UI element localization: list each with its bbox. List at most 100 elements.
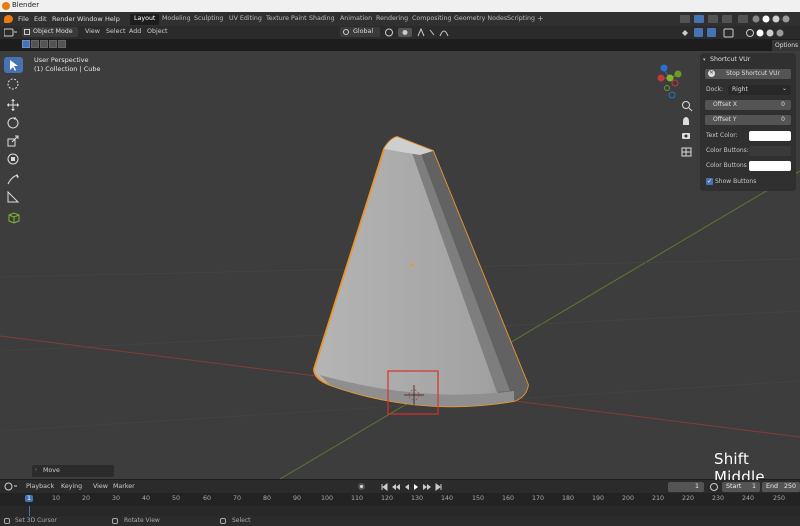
text-color-label: Text Color:: [706, 132, 738, 139]
start-frame-field[interactable]: Start 1: [722, 482, 760, 492]
dock-dropdown[interactable]: Right ⌄: [728, 85, 791, 95]
tab-geometry-nodes[interactable]: Geometry Nodes: [450, 14, 511, 25]
playhead-line[interactable]: [29, 506, 30, 516]
header-menu-view[interactable]: View: [85, 28, 100, 35]
start-value: 1: [751, 483, 756, 490]
dock-value: Right: [732, 86, 748, 93]
add-workspace-button[interactable]: +: [537, 14, 544, 23]
blender-menu-icon[interactable]: [4, 15, 13, 23]
blender-logo-icon: [2, 2, 10, 10]
record-icon[interactable]: [358, 483, 365, 490]
mouse-right-status-icon: [220, 518, 226, 524]
frame-tick: 110: [350, 495, 364, 502]
stopwatch-icon[interactable]: [710, 483, 718, 491]
frame-tick: 220: [681, 495, 695, 502]
playback-controls[interactable]: [380, 482, 450, 492]
add-cube-tool[interactable]: [4, 209, 23, 225]
orientation-label: Global: [353, 28, 374, 35]
frame-tick[interactable]: 1: [24, 495, 34, 502]
frame-tick: 150: [471, 495, 485, 502]
menu-help[interactable]: Help: [105, 15, 120, 23]
mode-selector[interactable]: Object Mode: [22, 27, 78, 37]
timeline-track[interactable]: [0, 506, 800, 516]
frame-tick: 90: [292, 495, 302, 502]
select-difference-icon[interactable]: [49, 40, 57, 48]
options-dropdown[interactable]: Options: [772, 40, 800, 51]
timeline-menu-marker[interactable]: Marker: [113, 483, 135, 490]
status-rotate-view: Rotate View: [124, 517, 160, 524]
show-buttons-checkbox[interactable]: ✓: [706, 178, 713, 185]
window-titlebar: Blender: [0, 0, 800, 12]
frame-tick: 80: [262, 495, 272, 502]
timeline-ruler[interactable]: 1 10 20 30 40 50 60 70 80 90 100 110 120…: [0, 493, 800, 506]
tab-uv-editing[interactable]: UV Editing: [225, 14, 266, 25]
start-label: Start: [726, 483, 742, 490]
rotate-tool[interactable]: [4, 115, 23, 131]
frame-tick: 200: [621, 495, 635, 502]
editor-type-icon[interactable]: [4, 28, 18, 37]
select-set-icon[interactable]: [22, 40, 30, 48]
select-intersect-icon[interactable]: [58, 40, 66, 48]
timeline-editor-icon[interactable]: [4, 482, 18, 491]
selection-mode-buttons[interactable]: [22, 40, 67, 49]
panel-title: Shortcut VUr: [710, 56, 751, 63]
tab-rendering[interactable]: Rendering: [372, 14, 412, 25]
header-menu-select[interactable]: Select: [106, 28, 125, 35]
frame-tick: 120: [380, 495, 394, 502]
select-box-tool[interactable]: [4, 57, 23, 73]
window-title: Blender: [12, 1, 40, 9]
pivot-snap-icons[interactable]: [384, 28, 454, 37]
offset-y-field[interactable]: Offset Y 0: [705, 115, 791, 125]
navigation-gizmo: [657, 64, 682, 99]
menu-file[interactable]: File: [18, 15, 29, 23]
stop-shortcut-vur-button[interactable]: ✕ Stop Shortcut VUr: [705, 69, 791, 79]
current-frame-field[interactable]: 1: [668, 482, 704, 492]
status-select: Select: [232, 517, 251, 524]
tab-shading[interactable]: Shading: [305, 14, 339, 25]
offset-y-value: 0: [781, 116, 785, 123]
timeline-menu-keying[interactable]: Keying: [61, 483, 82, 490]
tab-compositing[interactable]: Compositing: [408, 14, 455, 25]
offset-x-field[interactable]: Offset X 0: [705, 100, 791, 110]
timeline-menu-view[interactable]: View: [93, 483, 108, 490]
measure-tool[interactable]: [4, 189, 23, 205]
select-extend-icon[interactable]: [31, 40, 39, 48]
end-frame-field[interactable]: End 250: [762, 482, 800, 492]
frame-tick: 140: [440, 495, 454, 502]
chevron-right-icon: ›: [35, 467, 37, 473]
show-buttons-label: Show Buttons: [715, 178, 757, 185]
header-menu-add[interactable]: Add: [129, 28, 141, 35]
transform-tool[interactable]: [4, 151, 23, 167]
last-operator-panel[interactable]: › Move: [32, 465, 114, 477]
viewport-header: Object Mode View Select Add Object Globa…: [0, 26, 800, 51]
timeline-menu-playback[interactable]: Playback: [26, 483, 54, 490]
frame-tick: 230: [711, 495, 725, 502]
move-tool[interactable]: [4, 97, 23, 113]
frame-tick: 30: [111, 495, 121, 502]
menu-edit[interactable]: Edit: [34, 15, 47, 23]
tab-animation[interactable]: Animation: [336, 14, 376, 25]
tab-sculpting[interactable]: Sculpting: [190, 14, 227, 25]
tab-layout[interactable]: Layout: [130, 14, 160, 25]
color-buttons-a-swatch[interactable]: [749, 161, 791, 171]
orientation-selector[interactable]: Global: [340, 27, 380, 37]
header-menu-object[interactable]: Object: [147, 28, 168, 35]
mouse-middle-status-icon: [112, 518, 118, 524]
tab-texture-paint[interactable]: Texture Paint: [262, 14, 311, 25]
frame-tick: 180: [561, 495, 575, 502]
view-controls[interactable]: [680, 100, 694, 160]
cursor-tool[interactable]: [4, 76, 23, 92]
select-subtract-icon[interactable]: [40, 40, 48, 48]
annotate-tool[interactable]: [4, 171, 23, 187]
perspective-label: User Perspective: [34, 56, 89, 64]
menu-window[interactable]: Window: [77, 15, 103, 23]
viewport-overlay-icons[interactable]: [680, 28, 798, 38]
text-color-swatch[interactable]: [749, 131, 791, 141]
shortcut-vur-panel: ▾ Shortcut VUr ✕ Stop Shortcut VUr Dock:…: [700, 53, 796, 191]
tab-scripting[interactable]: Scripting: [503, 14, 539, 25]
frame-tick: 210: [651, 495, 665, 502]
scale-tool[interactable]: [4, 133, 23, 149]
panel-collapse-icon[interactable]: ▾: [703, 57, 706, 63]
color-buttons-swatch[interactable]: [749, 146, 791, 156]
menu-render[interactable]: Render: [52, 15, 75, 23]
